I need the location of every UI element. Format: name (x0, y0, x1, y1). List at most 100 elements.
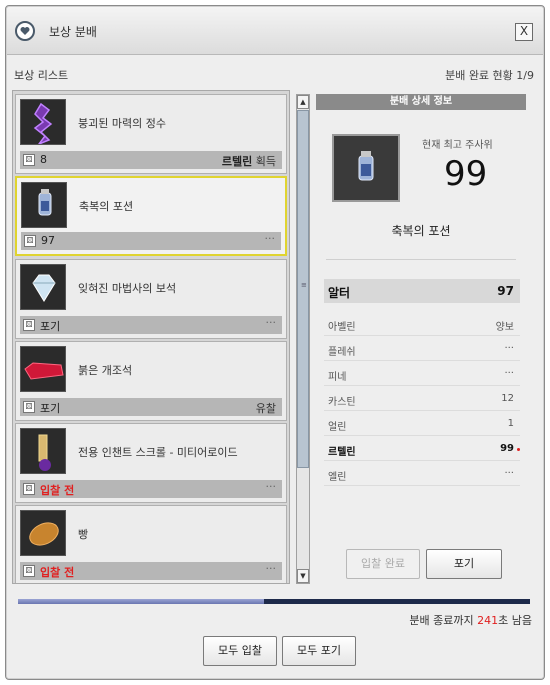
time-suffix: 초 남음 (498, 614, 532, 627)
item-roll-bar: ⚄ 8 르텔린 획득 (20, 151, 282, 169)
item-roll-bar: ⚄ 입찰 전 ··· (20, 480, 282, 498)
detail-item-name: 축복의 포션 (391, 224, 451, 238)
item-roll-bar: ⚄ 입찰 전 ··· (20, 562, 282, 580)
player-roll: 97 (497, 284, 514, 298)
dice-icon: ⚄ (24, 235, 36, 247)
item-name: 축복의 포션 (79, 200, 134, 213)
item-name: 빵 (78, 528, 89, 541)
player-name: 플레쉬 (328, 347, 356, 358)
item-roll: 포기 (40, 320, 61, 333)
highest-roll-value: 99 (444, 154, 488, 194)
time-prefix: 분배 종료까지 (409, 614, 478, 627)
bid-done-button[interactable]: 입찰 완료 (346, 549, 420, 579)
roll-row: 카스틴 12 (324, 387, 520, 411)
player-name: 르텔린 (328, 447, 356, 458)
reward-item[interactable]: 잊혀진 마법사의 보석 ⚄ 포기 ··· (15, 259, 287, 339)
winner-name: 르텔린 (221, 155, 253, 168)
bid-all-button[interactable]: 모두 입찰 (203, 636, 277, 666)
mana-essence-icon (33, 102, 53, 144)
detail-header: 분배 상세 정보 (316, 94, 526, 110)
item-winner: 유찰 (255, 402, 276, 415)
item-name: 붉은 개조석 (78, 364, 133, 377)
detail-panel: 분배 상세 정보 현재 최고 주사위 99 축복의 포션 알터 97 아벨린 양… (316, 94, 526, 594)
potion-icon (358, 151, 374, 181)
item-name: 전용 인챈트 스크롤 - 미티어로이드 (78, 446, 238, 459)
item-thumbnail (20, 264, 66, 310)
divider (326, 259, 516, 260)
item-thumbnail (20, 99, 66, 145)
player-roll: ··· (504, 368, 514, 379)
item-roll: 입찰 전 (40, 484, 75, 497)
roll-row: 피네 ··· (324, 362, 520, 386)
item-thumbnail (20, 346, 66, 392)
reward-item-selected[interactable]: 축복의 포션 ⚄ 97 ··· (15, 176, 287, 256)
player-roll: 12 (501, 393, 514, 404)
title-bar[interactable]: 보상 분배 X (7, 7, 543, 55)
item-name: 붕괴된 마력의 정수 (78, 117, 166, 130)
item-winner: 르텔린 획득 (222, 153, 276, 169)
player-roll: ··· (504, 343, 514, 354)
time-seconds: 241 (477, 614, 499, 627)
reward-list-title: 보상 리스트 (14, 69, 69, 82)
player-roll: 99 (500, 443, 514, 454)
winner-status: 획득 (255, 155, 276, 168)
item-winner: ··· (264, 232, 276, 245)
player-roll: 양보 (495, 322, 514, 333)
gem-icon (32, 274, 56, 302)
time-progress-bar (18, 599, 530, 604)
time-progress-fill (18, 599, 264, 604)
item-roll: 입찰 전 (40, 566, 75, 579)
reward-item[interactable]: 빵 ⚄ 입찰 전 ··· (15, 505, 287, 583)
reward-item[interactable]: 붕괴된 마력의 정수 ⚄ 8 르텔린 획득 (15, 94, 287, 174)
item-roll: 포기 (40, 402, 61, 415)
window-title: 보상 분배 (49, 25, 97, 39)
item-winner: ··· (265, 480, 277, 493)
give-up-button[interactable]: 포기 (426, 549, 502, 579)
roll-row: 플레쉬 ··· (324, 337, 520, 361)
roll-row: 엘린 ··· (324, 462, 520, 486)
distribution-status: 분배 완료 현황 1/9 (445, 69, 534, 82)
player-name: 알터 (328, 286, 351, 300)
player-name: 얼린 (328, 422, 347, 433)
scroll-icon (38, 434, 51, 471)
dice-icon: ⚄ (23, 565, 35, 577)
item-roll: 97 (41, 234, 55, 247)
item-winner: ··· (265, 316, 277, 329)
player-name: 카스틴 (328, 397, 356, 408)
item-thumbnail (20, 510, 66, 556)
bread-icon (29, 522, 59, 546)
player-roll: ··· (504, 468, 514, 479)
reward-list[interactable]: 붕괴된 마력의 정수 ⚄ 8 르텔린 획득 축복의 포션 ⚄ 97 ··· 잊혀… (12, 90, 290, 584)
roll-row: 아벨린 양보 (324, 312, 520, 336)
roll-row: 알터 97 (324, 279, 520, 303)
item-thumbnail (20, 428, 66, 474)
item-winner: ··· (265, 562, 277, 575)
detail-item-thumbnail (332, 134, 400, 202)
highest-roll-label: 현재 최고 주사위 (422, 140, 493, 151)
highest-marker-icon (517, 448, 520, 451)
player-name: 엘린 (328, 472, 347, 483)
item-roll-bar: ⚄ 포기 유찰 (20, 398, 282, 416)
player-roll: 1 (507, 418, 514, 429)
scroll-up-arrow-icon[interactable]: ▲ (297, 95, 309, 109)
item-thumbnail (21, 182, 67, 228)
roll-row-highest: 르텔린 99 (324, 437, 520, 461)
item-roll-bar: ⚄ 97 ··· (21, 232, 281, 250)
dice-icon: ⚄ (23, 154, 35, 166)
time-remaining: 분배 종료까지 241초 남음 (409, 612, 532, 628)
reward-item[interactable]: 붉은 개조석 ⚄ 포기 유찰 (15, 341, 287, 421)
scroll-thumb[interactable]: ≡ (297, 110, 309, 468)
potion-icon (38, 189, 52, 216)
roll-row: 얼린 1 (324, 412, 520, 436)
reward-item[interactable]: 전용 인챈트 스크롤 - 미티어로이드 ⚄ 입찰 전 ··· (15, 423, 287, 503)
player-name: 피네 (328, 372, 347, 383)
player-name: 아벨린 (328, 322, 356, 333)
modification-stone-icon (24, 362, 64, 380)
give-up-all-button[interactable]: 모두 포기 (282, 636, 356, 666)
close-button[interactable]: X (515, 23, 533, 41)
item-roll-bar: ⚄ 포기 ··· (20, 316, 282, 334)
list-scrollbar[interactable]: ▲ ≡ ▼ (296, 94, 310, 584)
item-roll: 8 (40, 153, 47, 166)
scroll-down-arrow-icon[interactable]: ▼ (297, 569, 309, 583)
dice-icon: ⚄ (23, 401, 35, 413)
